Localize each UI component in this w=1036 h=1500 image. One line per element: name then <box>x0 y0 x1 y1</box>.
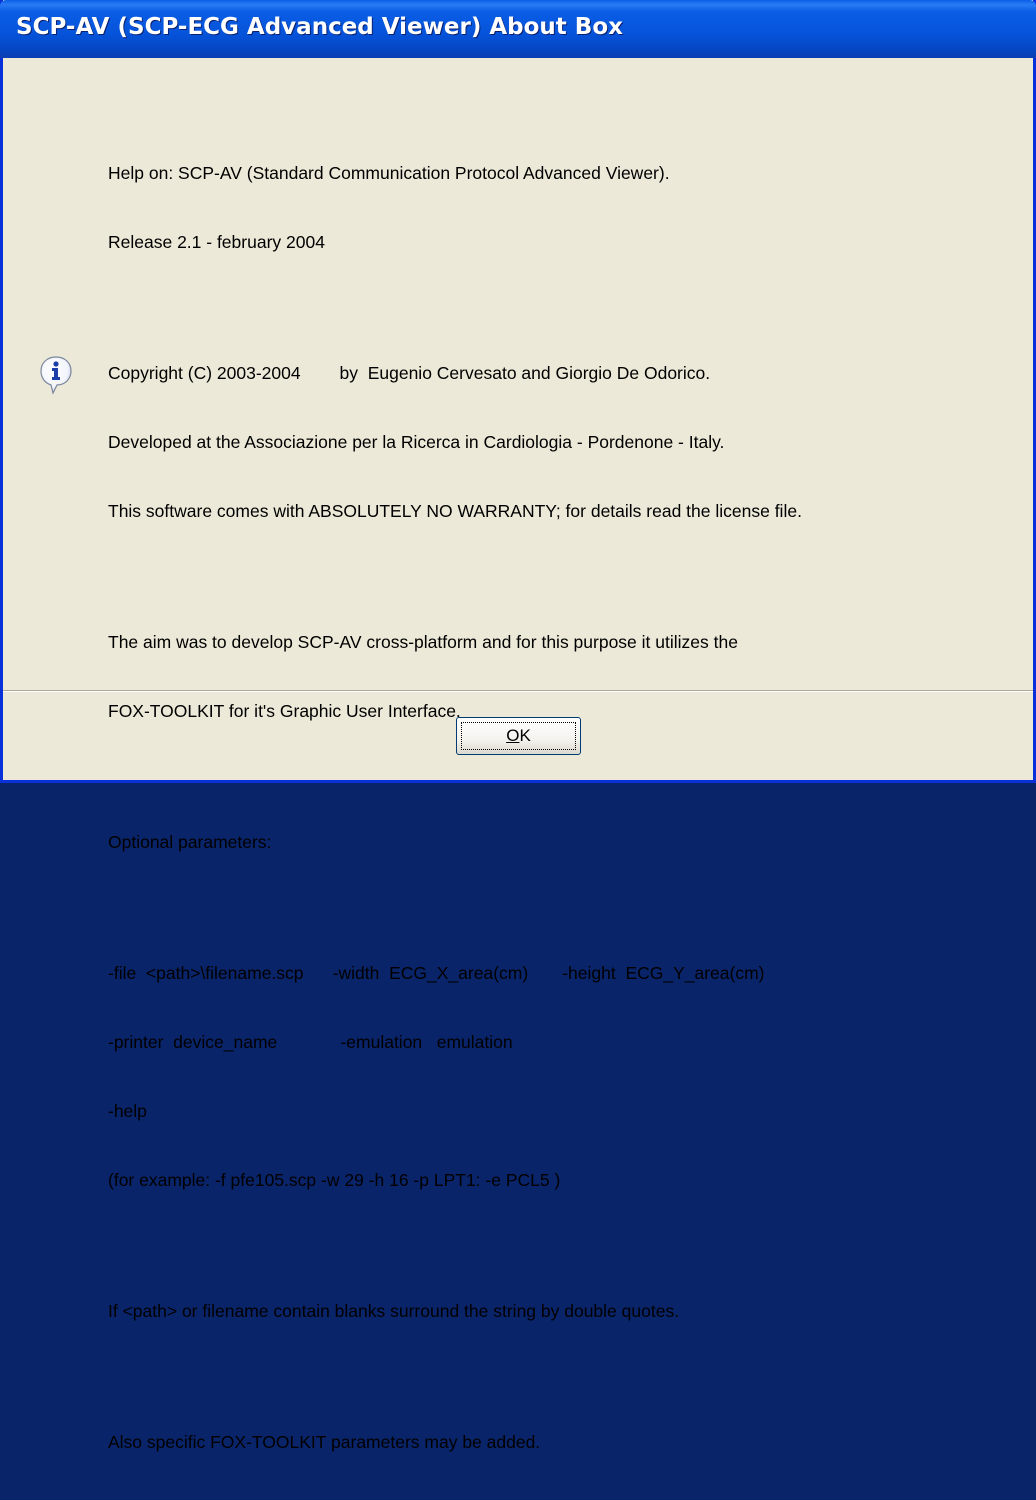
ok-button-label: OK <box>506 726 531 746</box>
ok-button[interactable]: OK <box>456 717 581 755</box>
message-line: Copyright (C) 2003-2004 by Eugenio Cerve… <box>108 363 711 383</box>
window-title: SCP-AV (SCP-ECG Advanced Viewer) About B… <box>16 14 623 40</box>
message-line: The aim was to develop SCP-AV cross-plat… <box>108 632 738 652</box>
message-line: -help <box>108 1101 147 1121</box>
message-line: Optional parameters: <box>108 832 272 852</box>
ok-label-rest: K <box>519 726 531 745</box>
message-text: Help on: SCP-AV (Standard Communication … <box>108 116 1018 1500</box>
dialog-content: Help on: SCP-AV (Standard Communication … <box>3 58 1033 1452</box>
ok-mnemonic: O <box>506 726 520 745</box>
title-bar[interactable]: SCP-AV (SCP-ECG Advanced Viewer) About B… <box>0 0 1036 58</box>
focus-rectangle: OK <box>461 722 576 750</box>
message-line: Developed at the Associazione per la Ric… <box>108 432 725 452</box>
message-line: -file <path>\filename.scp -width ECG_X_a… <box>108 963 765 983</box>
separator <box>3 690 1033 692</box>
message-line: (for example: -f pfe105.scp -w 29 -h 16 … <box>108 1170 561 1190</box>
message-line: Release 2.1 - february 2004 <box>108 232 325 252</box>
info-icon <box>39 355 73 395</box>
message-line: -printer device_name -emulation emulatio… <box>108 1032 513 1052</box>
about-dialog: SCP-AV (SCP-ECG Advanced Viewer) About B… <box>0 0 1036 1452</box>
message-line: This software comes with ABSOLUTELY NO W… <box>108 501 802 521</box>
message-line: Also specific FOX-TOOLKIT parameters may… <box>108 1432 541 1452</box>
message-line: If <path> or filename contain blanks sur… <box>108 1301 680 1321</box>
message-line: Help on: SCP-AV (Standard Communication … <box>108 163 670 183</box>
